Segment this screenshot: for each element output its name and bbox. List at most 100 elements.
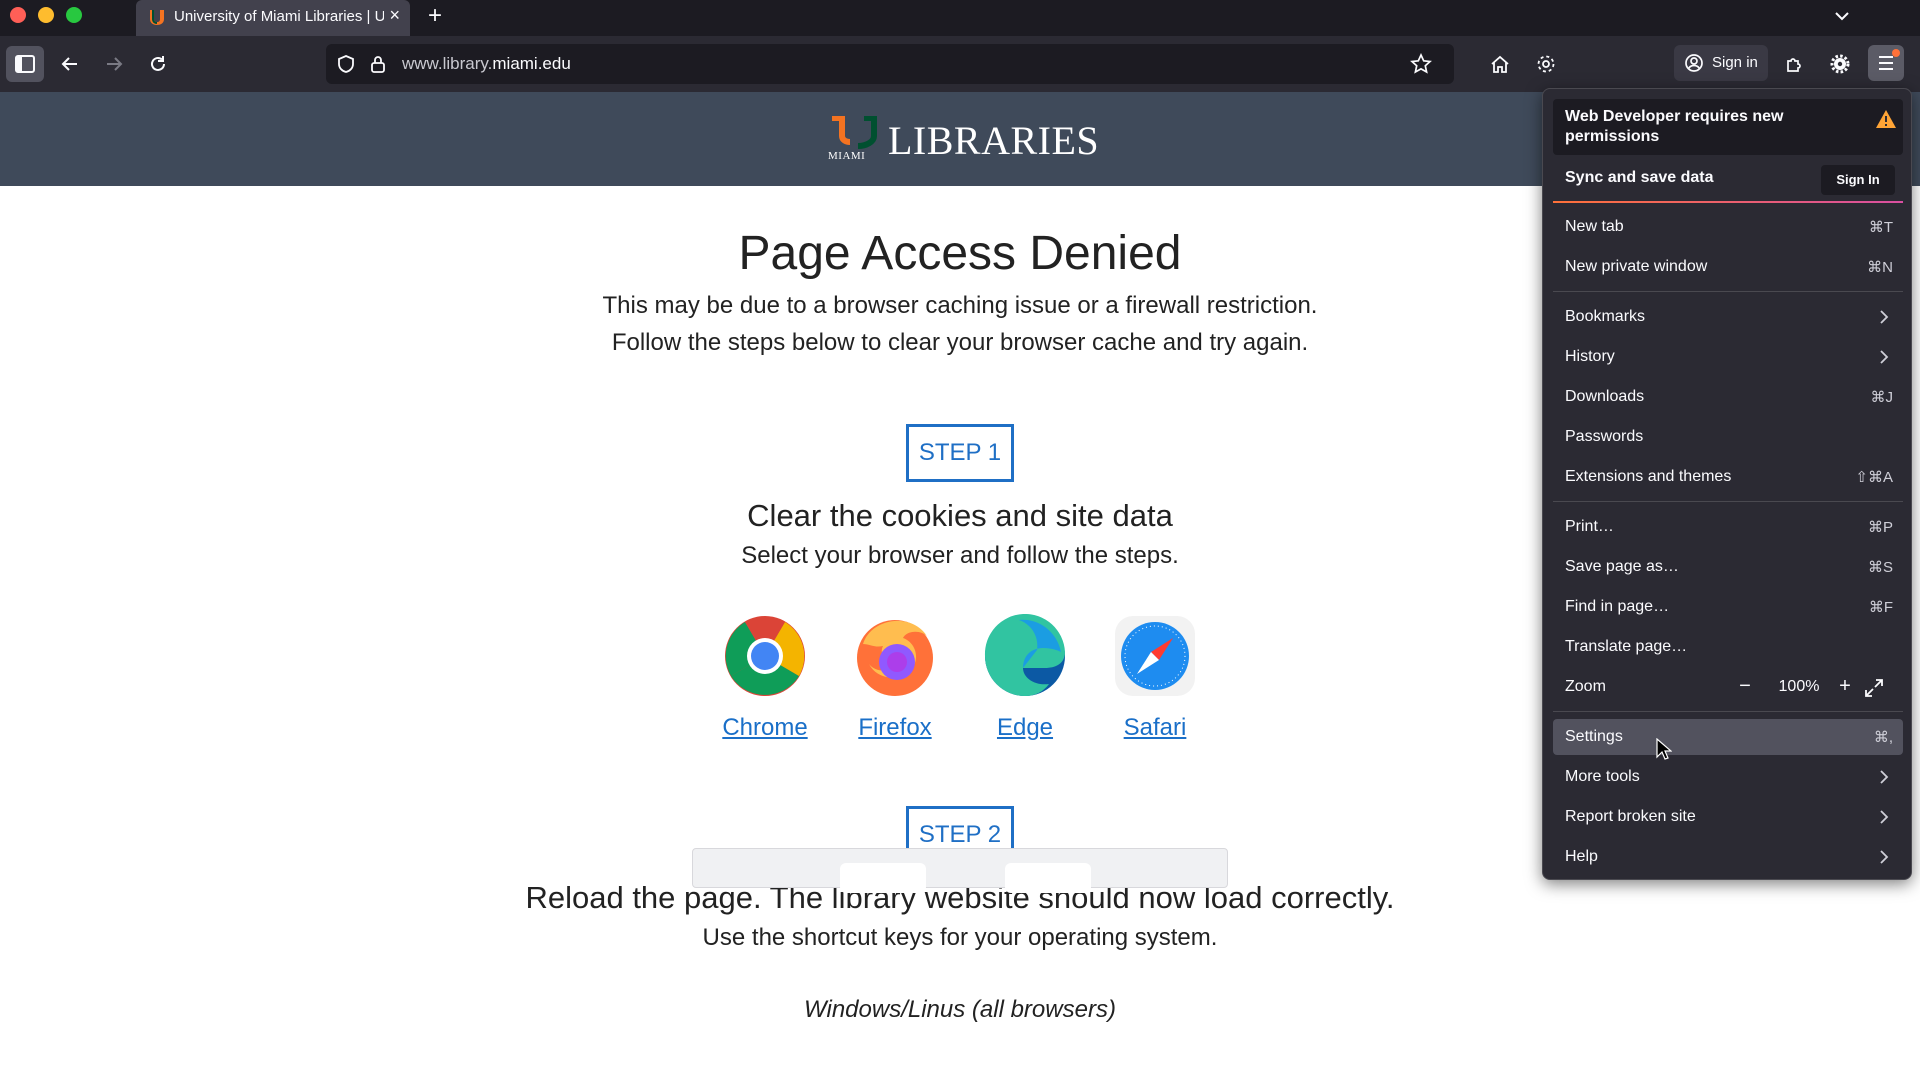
menu-item-label: History	[1565, 348, 1615, 365]
tab-active[interactable]: University of Miami Libraries | U ×	[136, 0, 410, 36]
close-tab-icon[interactable]: ×	[389, 5, 400, 26]
menu-separator	[1553, 291, 1903, 292]
account-sign-in-label: Sign in	[1712, 54, 1758, 71]
menu-item-print[interactable]: Print… ⌘P	[1553, 509, 1903, 545]
windows-linux-label: Windows/Linus (all browsers)	[804, 996, 1116, 1023]
sync-label: Sync and save data	[1565, 169, 1714, 186]
firefox-link[interactable]: Firefox	[840, 714, 950, 742]
menu-item-shortcut: ⌘,	[1873, 729, 1893, 746]
menu-item-settings[interactable]: Settings ⌘,	[1553, 719, 1903, 755]
new-tab-icon[interactable]: +	[428, 2, 442, 30]
menu-item-downloads[interactable]: Downloads ⌘J	[1553, 379, 1903, 415]
app-menu-button[interactable]	[1868, 45, 1904, 81]
menu-separator	[1553, 501, 1903, 502]
menu-item-bookmarks[interactable]: Bookmarks	[1553, 299, 1903, 335]
edge-icon	[984, 614, 1065, 696]
safari-icon	[1115, 616, 1195, 696]
menu-item-label: Extensions and themes	[1565, 468, 1732, 485]
extension-gear-button[interactable]	[1826, 50, 1854, 78]
url-text[interactable]: www.library.miami.edu	[402, 54, 571, 74]
menu-item-translate-page[interactable]: Translate page…	[1553, 629, 1903, 665]
menu-item-label: Print…	[1565, 518, 1614, 535]
keyboard-shortcut-image	[692, 848, 1228, 893]
maximize-window-button[interactable]	[66, 7, 82, 23]
menu-item-label: Settings	[1565, 728, 1623, 745]
um-favicon-icon	[150, 10, 164, 25]
menu-separator	[1553, 711, 1903, 712]
menu-item-zoom: Zoom − 100% +	[1553, 669, 1903, 705]
menu-item-report-broken-site[interactable]: Report broken site	[1553, 799, 1903, 835]
menu-item-shortcut: ⌘J	[1870, 389, 1894, 406]
back-button[interactable]	[56, 50, 84, 78]
title-bar: University of Miami Libraries | U × +	[0, 0, 1920, 36]
menu-item-label: Report broken site	[1565, 808, 1696, 825]
browser-option-edge[interactable]: Edge	[970, 614, 1080, 742]
menu-item-label: Downloads	[1565, 388, 1645, 405]
menu-item-shortcut: ⌘T	[1868, 219, 1893, 236]
menu-item-save-page-as[interactable]: Save page as… ⌘S	[1553, 549, 1903, 585]
menu-item-label: Help	[1565, 848, 1598, 865]
menu-item-help[interactable]: Help	[1553, 839, 1903, 875]
sidebar-toggle-button[interactable]	[6, 46, 44, 82]
warning-icon	[1876, 110, 1896, 128]
key-cap-left	[840, 863, 926, 893]
browser-option-firefox[interactable]: Firefox	[840, 614, 950, 742]
menu-item-find-in-page[interactable]: Find in page… ⌘F	[1553, 589, 1903, 625]
um-logo-icon	[832, 116, 877, 149]
tab-title: University of Miami Libraries | U	[174, 8, 384, 25]
menu-item-more-tools[interactable]: More tools	[1553, 759, 1903, 795]
sync-sign-in-button[interactable]: Sign In	[1821, 165, 1895, 195]
close-window-button[interactable]	[10, 7, 26, 23]
menu-item-new-private-window[interactable]: New private window ⌘N	[1553, 249, 1903, 285]
url-bar[interactable]: www.library.miami.edu	[326, 44, 1454, 84]
home-button[interactable]	[1486, 50, 1514, 78]
menu-item-passwords[interactable]: Passwords	[1553, 419, 1903, 455]
menu-item-label: Translate page…	[1565, 638, 1688, 655]
zoom-in-button[interactable]: +	[1833, 675, 1857, 699]
chevron-right-icon	[1880, 850, 1889, 864]
site-logo[interactable]: MIAMI LIBRARIES	[820, 114, 1100, 166]
menu-item-shortcut: ⇧⌘A	[1855, 469, 1893, 486]
minimize-window-button[interactable]	[38, 7, 54, 23]
extensions-button[interactable]	[1780, 50, 1808, 78]
sidebar-icon	[15, 55, 35, 73]
bookmark-star-icon[interactable]	[1410, 53, 1432, 75]
menu-item-label: Zoom	[1565, 678, 1606, 695]
nav-toolbar: www.library.miami.edu Sign in	[0, 36, 1920, 92]
logo-miami-text: MIAMI	[828, 150, 866, 162]
key-cap-right	[1005, 863, 1091, 893]
menu-item-label: New private window	[1565, 258, 1708, 275]
menu-item-shortcut: ⌘N	[1867, 259, 1893, 276]
forward-button[interactable]	[100, 50, 128, 78]
menu-item-shortcut: ⌘P	[1867, 519, 1893, 536]
fullscreen-icon[interactable]	[1863, 677, 1885, 699]
menu-item-history[interactable]: History	[1553, 339, 1903, 375]
edge-link[interactable]: Edge	[970, 714, 1080, 742]
back-arrow-icon	[61, 57, 77, 71]
shield-icon[interactable]	[336, 54, 356, 74]
zoom-level[interactable]: 100%	[1769, 678, 1829, 696]
menu-item-new-tab[interactable]: New tab ⌘T	[1553, 209, 1903, 245]
puzzle-piece-icon	[1787, 58, 1801, 72]
chevron-down-icon[interactable]	[1832, 6, 1852, 26]
step-2-subtext: Use the shortcut keys for your operating…	[702, 924, 1218, 951]
settings-toolbar-button[interactable]	[1532, 50, 1560, 78]
menu-item-label: Bookmarks	[1565, 308, 1646, 325]
browser-option-safari[interactable]: Safari	[1100, 614, 1210, 742]
zoom-out-button[interactable]: −	[1733, 675, 1757, 699]
safari-link[interactable]: Safari	[1100, 714, 1210, 742]
permissions-banner[interactable]: Web Developer requires new permissions	[1553, 99, 1903, 155]
lock-icon[interactable]	[368, 54, 388, 74]
menu-item-extensions-and-themes[interactable]: Extensions and themes ⇧⌘A	[1553, 459, 1903, 495]
browser-option-chrome[interactable]: Chrome	[710, 614, 820, 742]
chevron-right-icon	[1880, 350, 1889, 364]
reload-button[interactable]	[144, 50, 172, 78]
account-sign-in-button[interactable]: Sign in	[1674, 45, 1768, 81]
logo-libraries-text: LIBRARIES	[888, 118, 1100, 163]
menu-item-label: More tools	[1565, 768, 1640, 785]
chrome-icon	[725, 616, 805, 696]
url-domain: miami.edu	[492, 54, 571, 73]
cog-icon	[1830, 54, 1850, 74]
chrome-link[interactable]: Chrome	[710, 714, 820, 742]
account-icon	[1685, 54, 1703, 72]
